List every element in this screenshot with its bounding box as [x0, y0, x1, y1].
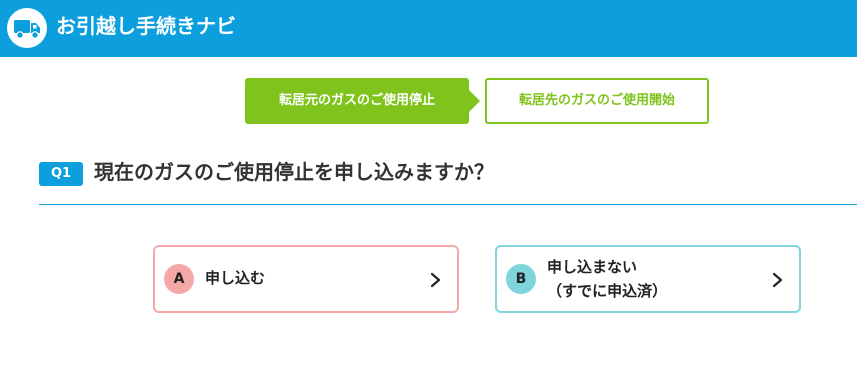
option-a-label: 申し込む [205, 269, 266, 287]
step-next[interactable]: 転居先のガスのご使用開始 [485, 78, 709, 124]
option-b-letter: B [506, 264, 536, 294]
question-text: 現在のガスのご使用停止を申し込みますか？ [94, 160, 494, 184]
app-header: お引越し手続きナビ [0, 0, 857, 57]
app-title: お引越し手続きナビ [56, 14, 236, 38]
option-b-button[interactable]: B 申し込まない （すでに申込済） [495, 245, 801, 313]
chevron-right-icon [430, 272, 441, 288]
option-a-letter: A [164, 264, 194, 294]
option-a-button[interactable]: A 申し込む [153, 245, 459, 313]
truck-icon [7, 8, 47, 48]
question-badge: Q1 [39, 162, 83, 186]
step-current: 転居元のガスのご使用停止 [245, 78, 480, 124]
chevron-right-icon [772, 272, 783, 288]
question-divider [39, 204, 857, 205]
option-b-sublabel: （すでに申込済） [547, 282, 668, 300]
option-b-label: 申し込まない [547, 258, 638, 276]
